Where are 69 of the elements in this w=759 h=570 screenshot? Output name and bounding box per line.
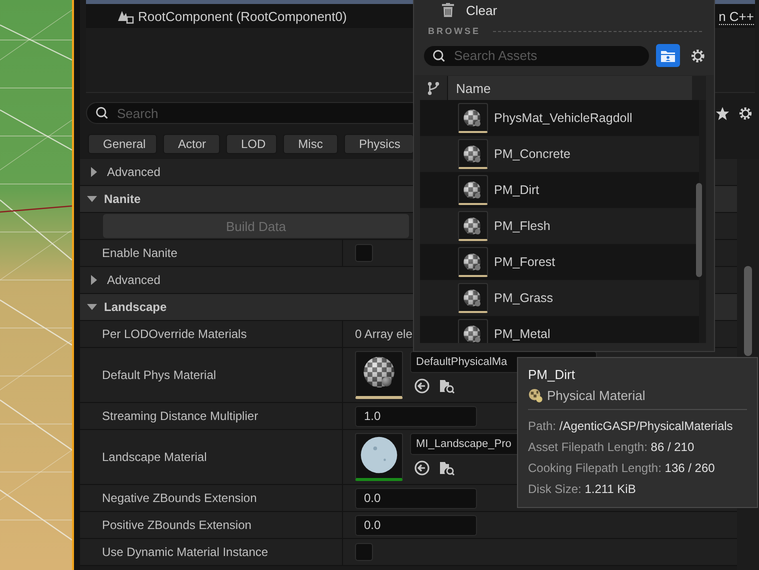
- property-label: Landscape Material: [102, 450, 207, 464]
- property-label: Per LODOverride Materials: [102, 327, 247, 341]
- advanced-expander[interactable]: Advanced: [107, 273, 160, 287]
- folder-search-icon[interactable]: [439, 378, 455, 394]
- physical-material-icon: [458, 319, 488, 343]
- physical-material-icon: [458, 211, 488, 241]
- caret-down-icon[interactable]: [87, 194, 97, 204]
- trash-icon: [442, 3, 454, 17]
- search-icon: [432, 48, 446, 62]
- physical-material-icon: [528, 388, 543, 403]
- physical-material-icon: [458, 139, 488, 169]
- checkbox[interactable]: [355, 543, 373, 561]
- scrollbar[interactable]: [696, 183, 702, 277]
- property-label: Negative ZBounds Extension: [102, 491, 257, 505]
- asset-list-item[interactable]: PM_Dirt: [420, 172, 699, 208]
- folder-button[interactable]: [656, 44, 680, 67]
- scrollbar[interactable]: [744, 266, 752, 356]
- category-label: Landscape: [104, 300, 167, 314]
- physical-material-icon: [458, 247, 488, 277]
- clear-menu-item[interactable]: Clear: [414, 0, 714, 20]
- caret-down-icon[interactable]: [87, 302, 97, 312]
- arrow-left-circle-icon[interactable]: [414, 378, 430, 394]
- property-label: Positive ZBounds Extension: [102, 518, 252, 532]
- number-field[interactable]: 0.0: [355, 488, 477, 508]
- array-count: 0 Array ele: [355, 327, 412, 341]
- asset-list-item[interactable]: PM_Concrete: [420, 136, 699, 172]
- advanced-expander[interactable]: Advanced: [107, 165, 160, 179]
- asset-list-item[interactable]: PM_Grass: [420, 280, 699, 316]
- asset-list-item[interactable]: PM_Flesh: [420, 208, 699, 244]
- physical-material-icon: [458, 175, 488, 205]
- settings-icon[interactable]: [738, 106, 753, 120]
- physical-material-icon: [458, 103, 488, 133]
- cpp-link[interactable]: n C++: [718, 9, 754, 25]
- caret-right-icon[interactable]: [89, 275, 99, 285]
- filter-button[interactable]: Actor: [163, 134, 220, 154]
- tooltip-field: Disk Size: 1.211 KiB: [528, 479, 747, 500]
- property-label: Use Dynamic Material Instance: [102, 545, 268, 559]
- property-label: Enable Nanite: [102, 246, 178, 260]
- name-column-header[interactable]: Name: [448, 76, 692, 100]
- column-header[interactable]: [420, 76, 448, 100]
- asset-list-item[interactable]: PM_Forest: [420, 244, 699, 280]
- folder-icon: [660, 48, 676, 62]
- asset-list-item[interactable]: PhysMat_VehicleRagdoll: [420, 100, 699, 136]
- section-label: BROWSE: [428, 26, 480, 36]
- filter-button[interactable]: General: [88, 134, 157, 154]
- material-thumbnail[interactable]: [355, 433, 403, 481]
- category-label: Nanite: [104, 192, 141, 206]
- filter-button[interactable]: Misc: [283, 134, 338, 154]
- property-label: Streaming Distance Multiplier: [102, 409, 258, 423]
- filter-button[interactable]: Physics: [344, 134, 414, 154]
- folder-search-icon[interactable]: [439, 460, 455, 476]
- caret-right-icon[interactable]: [89, 167, 99, 177]
- material-thumbnail[interactable]: [355, 351, 403, 399]
- checkbox[interactable]: [355, 244, 373, 262]
- asset-type: Physical Material: [547, 388, 646, 403]
- filter-button[interactable]: LOD: [226, 134, 277, 154]
- tooltip-field: Cooking Filepath Length: 136 / 260: [528, 458, 747, 479]
- settings-icon[interactable]: [690, 48, 706, 64]
- asset-search-field[interactable]: Search Assets: [423, 44, 650, 66]
- physical-material-icon: [458, 283, 488, 313]
- asset-list-item[interactable]: PM_Metal: [420, 316, 699, 343]
- star-icon[interactable]: [715, 106, 730, 120]
- branch-icon: [427, 80, 440, 96]
- property-label: Default Phys Material: [102, 368, 216, 382]
- component-label[interactable]: RootComponent (RootComponent0): [138, 8, 347, 24]
- number-field[interactable]: 1.0: [355, 406, 477, 426]
- search-icon: [95, 106, 109, 120]
- number-field[interactable]: 0.0: [355, 514, 477, 536]
- arrow-left-circle-icon[interactable]: [414, 460, 430, 476]
